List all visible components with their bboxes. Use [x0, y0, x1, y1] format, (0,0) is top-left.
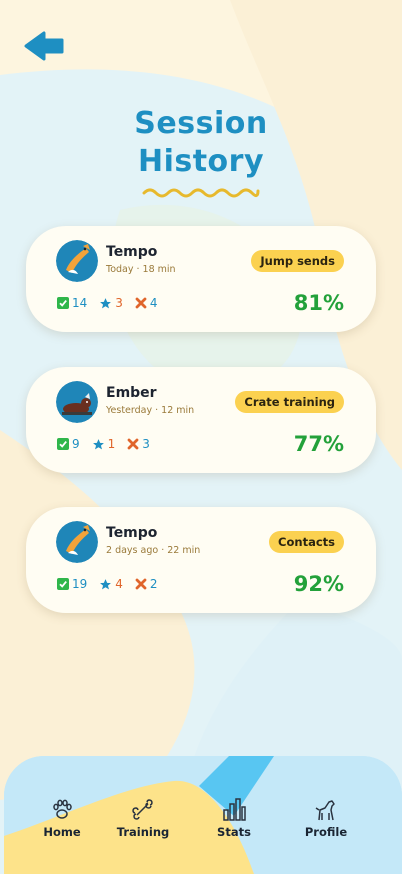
miss-count: 3	[142, 437, 150, 451]
squiggle-underline	[142, 188, 260, 198]
fox-dog-avatar	[56, 240, 98, 282]
check-icon	[57, 297, 69, 309]
nav-label: Stats	[217, 825, 251, 839]
success-percent: 81%	[293, 291, 344, 315]
star-count: 1	[107, 437, 116, 451]
nav-home[interactable]: Home	[22, 796, 102, 839]
session-card[interactable]: Tempo 2 days ago · 22 min Contacts 19 4 …	[26, 507, 376, 613]
session-meta: Today · 18 min	[106, 264, 176, 275]
check-icon	[57, 438, 69, 450]
arrow-left-icon	[24, 31, 64, 61]
bar-chart-icon	[223, 798, 246, 821]
session-type-badge: Contacts	[269, 531, 344, 553]
session-type-badge: Jump sends	[251, 250, 344, 272]
correct-count: 14	[72, 296, 88, 310]
fox-dog-avatar	[56, 521, 98, 563]
bone-icon	[132, 799, 153, 820]
miss-count: 2	[149, 577, 158, 591]
correct-count: 19	[72, 577, 88, 591]
nav-label: Profile	[304, 825, 348, 839]
session-stats: 19 4 2	[57, 577, 170, 591]
check-icon	[57, 578, 69, 590]
star-count: 4	[115, 577, 123, 591]
title-line-2: History	[137, 144, 265, 179]
session-stats: 9 1 3	[57, 437, 162, 451]
nav-training[interactable]: Training	[103, 796, 183, 839]
nav-stats[interactable]: Stats	[194, 796, 274, 839]
star-icon	[100, 297, 112, 308]
session-stats: 14 3 4	[57, 296, 170, 310]
cross-icon	[135, 297, 147, 309]
dog-name: Tempo	[106, 244, 158, 260]
nav-label: Home	[43, 825, 81, 839]
cross-icon	[135, 578, 147, 590]
dog-name: Ember	[106, 385, 157, 401]
star-icon	[92, 438, 104, 449]
brown-dog-avatar	[56, 381, 98, 423]
page-title: Session History	[0, 105, 402, 199]
session-card[interactable]: Ember Yesterday · 12 min Crate training …	[26, 367, 376, 473]
success-percent: 92%	[293, 572, 344, 596]
nav-label: Training	[116, 825, 170, 839]
paw-icon	[53, 799, 72, 819]
title-line-1: Session	[134, 106, 268, 141]
correct-count: 9	[72, 437, 80, 451]
bottom-nav: Home Training Stats Profile	[4, 756, 402, 874]
dog-name: Tempo	[106, 525, 158, 541]
nav-profile[interactable]: Profile	[286, 796, 366, 839]
star-count: 3	[115, 296, 123, 310]
session-meta: 2 days ago · 22 min	[106, 545, 201, 556]
session-type-badge: Crate training	[235, 391, 344, 413]
cross-icon	[127, 438, 139, 450]
session-card[interactable]: Tempo Today · 18 min Jump sends 14 3 4 8…	[26, 226, 376, 332]
back-button[interactable]	[22, 28, 68, 64]
miss-count: 4	[149, 296, 158, 310]
star-icon	[100, 578, 112, 589]
dog-icon	[315, 800, 335, 821]
session-meta: Yesterday · 12 min	[106, 405, 195, 416]
success-percent: 77%	[293, 432, 344, 456]
